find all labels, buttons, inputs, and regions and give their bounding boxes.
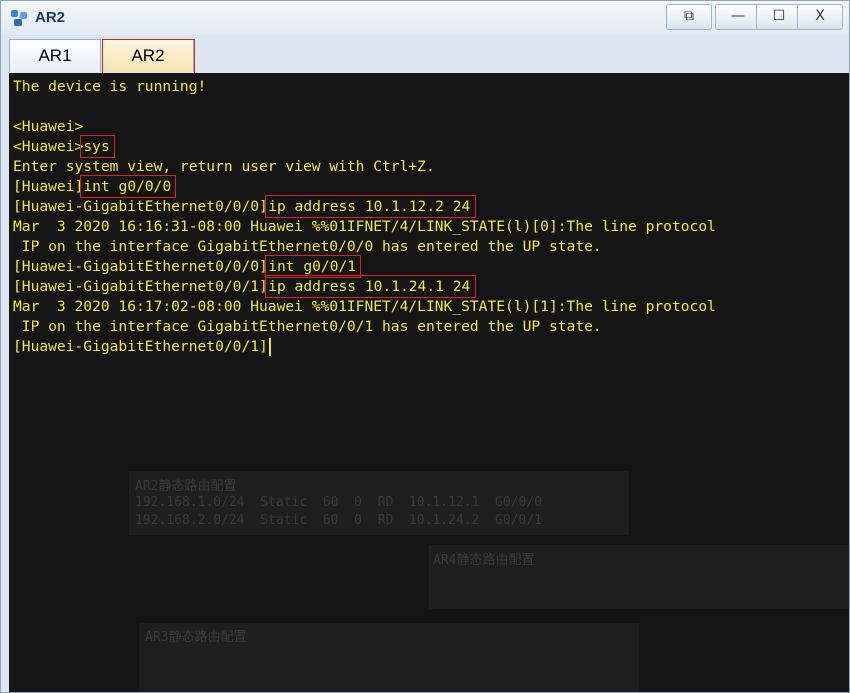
ghost-ar2-row: 192.168.1.0/24 Static 60 0 RD 10.1.12.1 … <box>135 495 542 510</box>
terminal-prompt: [Huawei] <box>13 178 84 195</box>
terminal-prompt: [Huawei-GigabitEthernet0/0/1] <box>13 278 268 295</box>
close-button[interactable]: X <box>797 4 843 30</box>
terminal-line: IP on the interface GigabitEthernet0/0/0… <box>13 238 602 255</box>
terminal-line: Mar 3 2020 16:16:31-08:00 Huawei %%01IFN… <box>13 218 716 235</box>
ghost-ar2-title: AR2静态路由配置 <box>135 479 237 494</box>
tab-ar1[interactable]: AR1 <box>9 39 101 72</box>
terminal-line: <Huawei> <box>13 118 84 135</box>
window-title: AR2 <box>35 9 66 26</box>
terminal-line: IP on the interface GigabitEthernet0/0/1… <box>13 318 602 335</box>
title-bar[interactable]: AR2 ⧉ — ☐ X <box>1 1 849 35</box>
terminal-output[interactable]: AR2静态路由配置 192.168.1.0/24 Static 60 0 RD … <box>9 73 849 692</box>
terminal-line: [Huawei-GigabitEthernet0/0/1] <box>13 338 268 355</box>
terminal-line: The device is running! <box>13 78 207 95</box>
maximize-button[interactable]: ☐ <box>756 4 802 30</box>
terminal-prompt: <Huawei> <box>13 138 84 155</box>
command-highlight-box <box>80 135 115 158</box>
text-cursor <box>269 338 272 356</box>
ghost-ar4-title: AR4静态路由配置 <box>433 553 535 568</box>
terminal-prompt: [Huawei-GigabitEthernet0/0/0] <box>13 198 268 215</box>
ghost-ar2-row: 192.168.2.0/24 Static 60 0 RD 10.1.24.2 … <box>135 513 542 528</box>
tab-highlight-box <box>102 39 195 74</box>
terminal-prompt: [Huawei-GigabitEthernet0/0/0] <box>13 258 268 275</box>
app-icon <box>11 10 27 26</box>
restore-icon[interactable]: ⧉ <box>666 4 712 30</box>
minimize-button[interactable]: — <box>715 4 761 30</box>
terminal-line: Mar 3 2020 16:17:02-08:00 Huawei %%01IFN… <box>13 298 716 315</box>
ghost-ar3-title: AR3静态路由配置 <box>145 630 247 645</box>
console-window: AR2 ⧉ — ☐ X AR1 AR2 AR2静态路由配置 192.168.1.… <box>0 0 850 693</box>
command-highlight-box <box>80 175 177 198</box>
command-highlight-box <box>265 275 476 298</box>
command-highlight-box <box>265 195 476 218</box>
terminal-line: Enter system view, return user view with… <box>13 158 435 175</box>
